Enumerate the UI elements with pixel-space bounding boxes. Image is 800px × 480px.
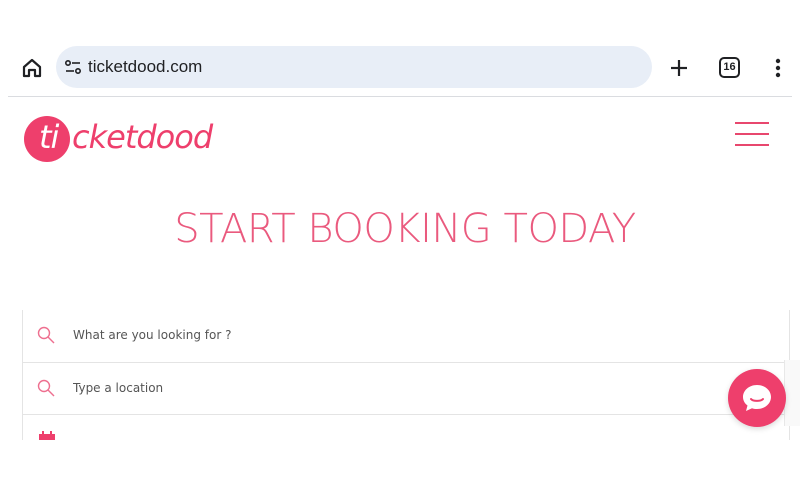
what-input[interactable] [73, 324, 673, 346]
toolbar-divider [8, 96, 792, 97]
calendar-icon [39, 431, 55, 440]
plus-icon[interactable] [667, 56, 691, 80]
location-field[interactable] [22, 362, 789, 415]
url-text[interactable]: ticketdood.com [88, 57, 202, 77]
search-form [22, 310, 790, 440]
what-field[interactable] [22, 310, 789, 363]
logo-text-ti: ti [39, 118, 59, 156]
address-bar[interactable]: ticketdood.com [56, 46, 652, 88]
chat-button[interactable] [728, 369, 786, 427]
date-field[interactable] [22, 414, 789, 440]
more-vert-icon[interactable] [770, 56, 786, 80]
location-input[interactable] [73, 377, 673, 399]
search-icon [37, 379, 55, 397]
chat-bubble-icon [743, 385, 771, 411]
browser-toolbar: ticketdood.com 16 [0, 0, 800, 97]
home-icon[interactable] [20, 56, 44, 80]
tab-switcher-button[interactable]: 16 [719, 57, 740, 78]
tune-icon[interactable] [64, 58, 82, 76]
logo-text-rest: cketdood [72, 118, 213, 156]
recaptcha-badge[interactable] [784, 360, 800, 426]
search-icon [37, 326, 55, 344]
hamburger-icon[interactable] [735, 122, 769, 146]
page-title: START BOOKING TODAY [174, 206, 636, 252]
site-logo[interactable]: ti cketdood [24, 112, 214, 162]
